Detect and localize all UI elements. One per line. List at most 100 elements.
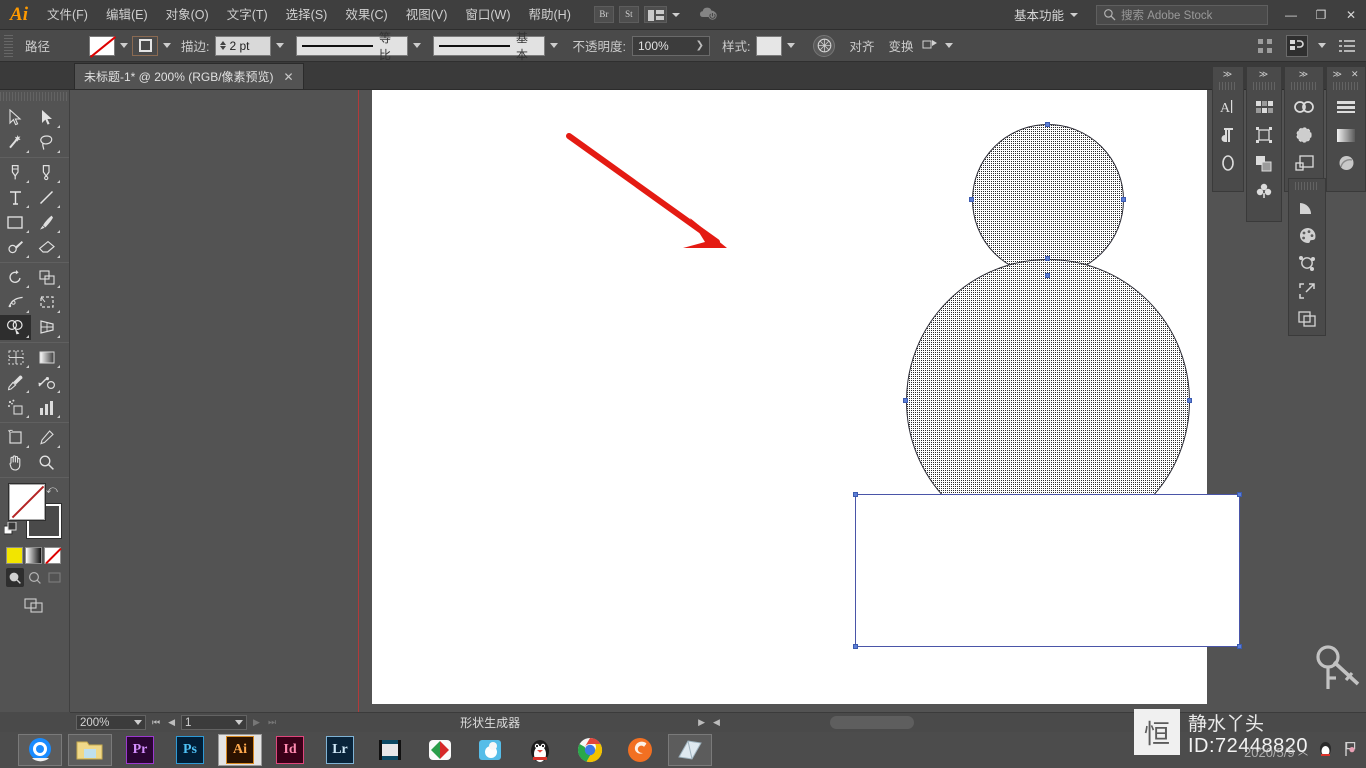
close-icon[interactable]: ✕ bbox=[1351, 69, 1360, 80]
menu-object[interactable]: 对象(O) bbox=[157, 0, 218, 30]
direct-selection-tool[interactable] bbox=[31, 105, 62, 130]
curvature-tool[interactable] bbox=[31, 160, 62, 185]
anchor-point[interactable] bbox=[1045, 122, 1050, 127]
export-panel-icon[interactable] bbox=[1292, 277, 1322, 305]
dock-grip[interactable] bbox=[1291, 82, 1317, 90]
stroke-weight-dropdown[interactable] bbox=[271, 35, 289, 56]
menu-view[interactable]: 视图(V) bbox=[397, 0, 457, 30]
taskbar-qq-browser[interactable] bbox=[18, 734, 62, 766]
chevron-down-icon[interactable] bbox=[671, 12, 680, 17]
rectangle-selected[interactable] bbox=[855, 494, 1240, 647]
artboard-tool[interactable] bbox=[0, 425, 31, 450]
pen-tool[interactable] bbox=[0, 160, 31, 185]
zoom-tool[interactable] bbox=[31, 450, 62, 475]
opentype-panel-icon[interactable] bbox=[1213, 149, 1243, 177]
menu-file[interactable]: 文件(F) bbox=[38, 0, 97, 30]
symbol-sprayer-tool[interactable] bbox=[0, 395, 31, 420]
transform-panel-icon[interactable] bbox=[1249, 121, 1279, 149]
paragraph-panel-icon[interactable] bbox=[1213, 121, 1243, 149]
document-tab[interactable]: 未标题-1* @ 200% (RGB/像素预览) ✕ bbox=[74, 63, 304, 89]
none-button[interactable] bbox=[44, 547, 61, 564]
dock-grip[interactable] bbox=[1333, 82, 1359, 90]
menu-help[interactable]: 帮助(H) bbox=[520, 0, 580, 30]
symbols-panel-icon[interactable] bbox=[1249, 177, 1279, 205]
artboards-panel-icon[interactable] bbox=[1289, 149, 1319, 177]
fill-dropdown-button[interactable] bbox=[115, 35, 132, 56]
taskbar-lightroom[interactable]: Lr bbox=[318, 734, 362, 766]
anchor-point[interactable] bbox=[853, 492, 858, 497]
stock-search-input[interactable]: 搜索 Adobe Stock bbox=[1096, 4, 1268, 25]
full-screen-mode-icon[interactable] bbox=[26, 568, 44, 587]
anchor-point[interactable] bbox=[1187, 398, 1192, 403]
taskbar-firefox[interactable] bbox=[618, 734, 662, 766]
anchor-point[interactable] bbox=[1045, 256, 1050, 261]
taskbar-illustrator[interactable]: Ai bbox=[218, 734, 262, 766]
anchor-point[interactable] bbox=[1237, 644, 1242, 649]
brush-definition-dropdown[interactable] bbox=[545, 35, 563, 56]
next-artboard-button[interactable]: ▶ bbox=[251, 717, 262, 728]
graphic-styles-panel-icon[interactable] bbox=[1292, 249, 1322, 277]
line-segment-tool[interactable] bbox=[31, 185, 62, 210]
anchor-point[interactable] bbox=[903, 398, 908, 403]
dock-grip[interactable] bbox=[1219, 82, 1237, 90]
document-setup-icon[interactable] bbox=[1286, 34, 1308, 57]
transform-grid-icon[interactable] bbox=[1254, 35, 1276, 57]
chevron-down-icon[interactable] bbox=[945, 43, 954, 48]
stepper-icon[interactable] bbox=[220, 41, 227, 50]
align-panel-icon[interactable] bbox=[1331, 93, 1361, 121]
shape-builder-tool[interactable] bbox=[0, 315, 31, 340]
taskbar-chrome[interactable] bbox=[568, 734, 612, 766]
menu-select[interactable]: 选择(S) bbox=[277, 0, 337, 30]
taskbar-premiere[interactable]: Pr bbox=[118, 734, 162, 766]
taskbar-photoshop[interactable]: Ps bbox=[168, 734, 212, 766]
minimize-button[interactable]: — bbox=[1276, 0, 1306, 30]
gradient-button[interactable] bbox=[25, 547, 42, 564]
stroke-weight-input[interactable]: 2 pt bbox=[215, 35, 272, 56]
dock-expand-icon[interactable]: ≫ bbox=[1213, 67, 1243, 81]
eyedropper-tool[interactable] bbox=[0, 370, 31, 395]
normal-screen-mode-icon[interactable] bbox=[6, 568, 24, 587]
rotate-tool[interactable] bbox=[0, 265, 31, 290]
taskbar-media-player[interactable] bbox=[368, 734, 412, 766]
dock-expand-icon[interactable]: ≫ bbox=[1247, 67, 1281, 81]
fill-color-swatch[interactable] bbox=[89, 35, 115, 56]
taskbar-file-explorer[interactable] bbox=[68, 734, 112, 766]
cloud-sync-icon[interactable] bbox=[699, 5, 719, 24]
control-bar-grip[interactable] bbox=[4, 34, 13, 57]
type-tool[interactable] bbox=[0, 185, 31, 210]
circle-head[interactable] bbox=[972, 124, 1124, 276]
hand-tool[interactable] bbox=[0, 450, 31, 475]
paintbrush-tool[interactable] bbox=[31, 210, 62, 235]
rectangle-tool[interactable] bbox=[0, 210, 31, 235]
anchor-point[interactable] bbox=[969, 197, 974, 202]
scale-tool[interactable] bbox=[31, 265, 62, 290]
menu-type[interactable]: 文字(T) bbox=[218, 0, 277, 30]
pencil-tool[interactable] bbox=[0, 235, 31, 260]
prev-artboard-button[interactable]: ◀ bbox=[166, 717, 177, 728]
character-panel-icon[interactable]: A bbox=[1213, 93, 1243, 121]
brushes-panel-icon[interactable] bbox=[1289, 121, 1319, 149]
status-expand-button[interactable]: ▶ bbox=[696, 717, 707, 728]
last-artboard-button[interactable]: ⏭ bbox=[266, 717, 278, 728]
arrange-documents-icon[interactable] bbox=[643, 6, 667, 23]
anchor-point[interactable] bbox=[1045, 273, 1050, 278]
transform-button[interactable]: 变换 bbox=[888, 36, 913, 55]
taskbar-indesign[interactable]: Id bbox=[268, 734, 312, 766]
magic-wand-tool[interactable] bbox=[0, 130, 31, 155]
anchor-point[interactable] bbox=[1237, 492, 1242, 497]
brush-definition-select[interactable]: 基本 bbox=[433, 31, 546, 62]
taskbar-qq[interactable] bbox=[518, 734, 562, 766]
stroke-profile-dropdown[interactable] bbox=[408, 35, 426, 56]
dock-grip[interactable] bbox=[1253, 82, 1275, 90]
anchor-point[interactable] bbox=[853, 644, 858, 649]
color-button[interactable] bbox=[6, 547, 23, 564]
default-fill-stroke-icon[interactable] bbox=[3, 521, 18, 539]
artboard-number-select[interactable]: 1 bbox=[181, 715, 248, 730]
pathfinder-panel-icon[interactable] bbox=[1249, 149, 1279, 177]
recolor-artwork-icon[interactable] bbox=[813, 34, 836, 57]
edit-toolbar-button[interactable] bbox=[0, 598, 69, 614]
chevron-down-icon[interactable] bbox=[1318, 43, 1326, 48]
slice-tool[interactable] bbox=[31, 425, 62, 450]
perspective-grid-tool[interactable] bbox=[31, 315, 62, 340]
taskbar-notes[interactable] bbox=[668, 734, 712, 766]
